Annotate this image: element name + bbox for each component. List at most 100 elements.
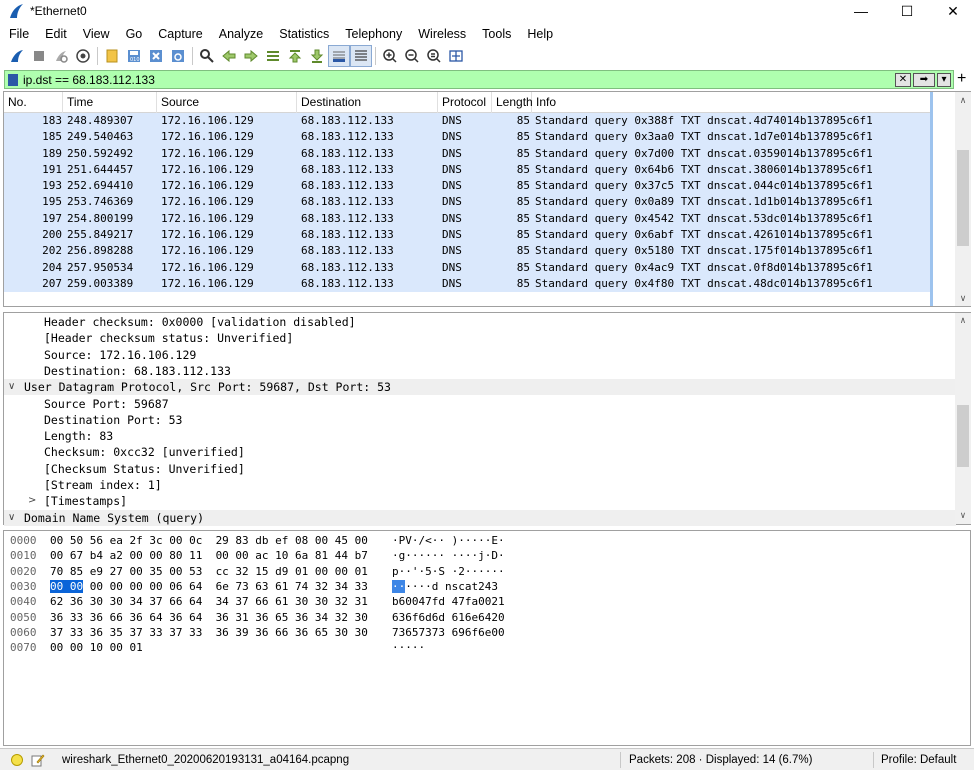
column-info[interactable]: Info <box>532 92 931 113</box>
go-last-icon[interactable] <box>306 45 328 67</box>
packet-row[interactable]: 200 255.849217 172.16.106.129 68.183.112.13… <box>4 227 931 244</box>
hex-dump-line[interactable]: 0030 00 00 00 00 00 00 06 64 6e 73 63 61 … <box>4 579 944 594</box>
detail-text: Header checksum: 0x0000 [validation disa… <box>44 315 356 329</box>
hex-dump-line[interactable]: 0070 00 00 10 00 01 ····· <box>4 640 944 655</box>
scroll-down-icon[interactable]: ∨ <box>955 290 971 306</box>
expert-info-icon[interactable] <box>11 753 23 766</box>
menu-wireless[interactable]: Wireless <box>409 27 473 41</box>
hex-dump-line[interactable]: 0060 37 33 36 35 37 33 37 33 36 39 36 66 … <box>4 625 944 640</box>
scroll-up-icon[interactable]: ∧ <box>955 313 971 329</box>
detail-section[interactable]: ∨ User Datagram Protocol, Src Port: 59687… <box>4 379 956 396</box>
details-scrollbar[interactable]: ∧ ∨ <box>955 313 971 524</box>
collapse-chevron-icon[interactable]: ∨ <box>8 379 15 395</box>
display-filter-input[interactable]: ip.dst == 68.183.112.133 <box>23 73 895 87</box>
resize-columns-icon[interactable] <box>445 45 467 67</box>
packet-list-scrollbar[interactable]: ∧ ∨ <box>955 92 971 306</box>
capture-comment-icon[interactable] <box>31 753 45 767</box>
detail-section[interactable]: ∨ Domain Name System (query) <box>4 509 956 526</box>
packet-length: 85 <box>516 114 530 127</box>
detail-field[interactable]: [Header checksum status: Unverified] <box>4 330 956 346</box>
menu-capture[interactable]: Capture <box>149 27 209 41</box>
detail-field[interactable]: Source: 172.16.106.129 <box>4 347 956 363</box>
packet-row[interactable]: 195 253.746369 172.16.106.129 68.183.112.13… <box>4 194 931 211</box>
zoom-normal-icon[interactable] <box>423 45 445 67</box>
hex-bytes-text: 00 67 b4 a2 00 00 80 11 00 00 ac 10 6a 8… <box>50 549 368 563</box>
hex-dump-line[interactable]: 0000 00 50 56 ea 2f 3c 00 0c 29 83 db ef … <box>4 533 944 548</box>
scroll-up-icon[interactable]: ∧ <box>955 92 971 108</box>
detail-field[interactable]: [Checksum Status: Unverified] <box>4 461 956 477</box>
go-first-icon[interactable] <box>284 45 306 67</box>
save-file-icon[interactable]: 010 <box>123 45 145 67</box>
detail-field[interactable]: [Stream index: 1] <box>4 477 956 493</box>
packet-row[interactable]: 202 256.898288 172.16.106.129 68.183.112.13… <box>4 243 931 260</box>
hex-dump-line[interactable]: 0050 36 33 36 66 36 64 36 64 36 31 36 65 … <box>4 610 944 625</box>
packet-row[interactable]: 204 257.950534 172.16.106.129 68.183.112.13… <box>4 259 931 276</box>
stop-capture-icon[interactable] <box>28 45 50 67</box>
go-forward-icon[interactable] <box>240 45 262 67</box>
expand-chevron-icon[interactable]: > <box>28 493 36 509</box>
menu-analyze[interactable]: Analyze <box>210 27 270 41</box>
autoscroll-icon[interactable] <box>328 45 350 67</box>
minimize-button[interactable]: — <box>838 0 884 22</box>
packet-row[interactable]: 191 251.644457 172.16.106.129 68.183.112.13… <box>4 161 931 179</box>
menu-view[interactable]: View <box>74 27 117 41</box>
packet-row[interactable]: 193 252.694410 172.16.106.129 68.183.112.13… <box>4 178 931 195</box>
column-source[interactable]: Source <box>157 92 297 113</box>
packet-row[interactable]: 197 254.800199 172.16.106.129 68.183.112.13… <box>4 210 931 228</box>
profile-selector[interactable]: Profile: Default <box>881 754 956 766</box>
close-file-icon[interactable] <box>145 45 167 67</box>
clear-filter-icon[interactable]: ✕ <box>895 72 911 87</box>
go-back-icon[interactable] <box>218 45 240 67</box>
detail-field[interactable]: Length: 83 <box>4 428 956 444</box>
detail-field[interactable]: > [Timestamps] <box>4 493 956 509</box>
add-filter-button[interactable]: + <box>957 70 966 88</box>
hex-offset: 0030 <box>10 579 37 593</box>
collapse-chevron-icon[interactable]: ∨ <box>8 510 15 526</box>
capture-options-icon[interactable] <box>72 45 94 67</box>
hex-dump-line[interactable]: 0040 62 36 30 30 34 37 66 64 34 37 66 61 … <box>4 594 944 609</box>
menu-tools[interactable]: Tools <box>473 27 518 41</box>
column-no[interactable]: No. <box>4 92 63 113</box>
apply-filter-icon[interactable]: ➡ <box>913 72 935 87</box>
packet-row[interactable]: 183 248.489307 172.16.106.129 68.183.112.13… <box>4 113 931 130</box>
scroll-thumb[interactable] <box>957 405 969 467</box>
restart-capture-icon[interactable] <box>50 45 72 67</box>
filter-bookmark-icon[interactable] <box>8 73 18 86</box>
detail-field[interactable]: Header checksum: 0x0000 [validation disa… <box>4 314 956 330</box>
start-capture-icon[interactable] <box>6 45 28 67</box>
scroll-down-icon[interactable]: ∨ <box>955 508 971 524</box>
menu-statistics[interactable]: Statistics <box>270 27 336 41</box>
packet-row[interactable]: 185 249.540463 172.16.106.129 68.183.112.13… <box>4 129 931 146</box>
menu-go[interactable]: Go <box>117 27 150 41</box>
filter-history-dropdown-icon[interactable]: ▾ <box>937 72 951 87</box>
packet-row[interactable]: 207 259.003389 172.16.106.129 68.183.112.13… <box>4 275 931 293</box>
hex-dump-line[interactable]: 0020 70 85 e9 27 00 35 00 53 cc 32 15 d9 … <box>4 564 944 579</box>
go-to-packet-icon[interactable] <box>262 45 284 67</box>
column-protocol[interactable]: Protocol <box>438 92 492 113</box>
detail-field[interactable]: Destination: 68.183.112.133 <box>4 363 956 379</box>
detail-field[interactable]: Source Port: 59687 <box>4 396 956 412</box>
column-length[interactable]: Length <box>492 92 533 113</box>
column-destination[interactable]: Destination <box>297 92 438 113</box>
detail-field[interactable]: Destination Port: 53 <box>4 412 956 428</box>
hex-offset: 0000 <box>10 534 37 547</box>
maximize-button[interactable]: ☐ <box>884 0 930 22</box>
close-window-button[interactable]: ✕ <box>930 0 974 22</box>
menu-telephony[interactable]: Telephony <box>336 27 409 41</box>
find-packet-icon[interactable] <box>196 45 218 67</box>
reload-file-icon[interactable] <box>167 45 189 67</box>
packet-row[interactable]: 189 250.592492 172.16.106.129 68.183.112.13… <box>4 145 931 162</box>
menu-edit[interactable]: Edit <box>36 27 74 41</box>
column-time[interactable]: Time <box>63 92 157 113</box>
zoom-out-icon[interactable] <box>401 45 423 67</box>
hex-dump-line[interactable]: 0010 00 67 b4 a2 00 00 80 11 00 00 ac 10 … <box>4 548 944 563</box>
scroll-thumb[interactable] <box>957 150 969 246</box>
zoom-in-icon[interactable] <box>379 45 401 67</box>
packet-length: 85 <box>516 260 530 274</box>
packet-info: Standard query 0x7d00 TXT dnscat.0359014… <box>535 146 873 160</box>
menu-file[interactable]: File <box>0 27 36 41</box>
colorize-icon[interactable] <box>350 45 372 67</box>
menu-help[interactable]: Help <box>518 27 560 41</box>
open-file-icon[interactable] <box>101 45 123 67</box>
detail-field[interactable]: Checksum: 0xcc32 [unverified] <box>4 444 956 460</box>
